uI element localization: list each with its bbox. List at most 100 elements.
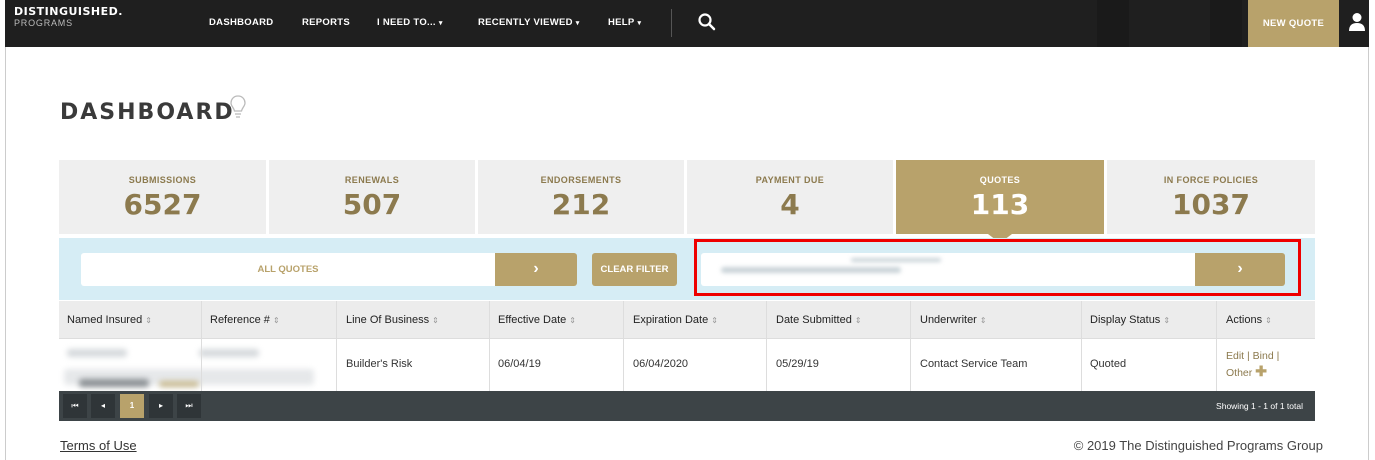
tile-payment-due[interactable]: PAYMENT DUE 4	[687, 160, 893, 234]
col-label: Line Of Business	[346, 314, 430, 326]
col-label: Expiration Date	[633, 314, 709, 326]
redacted-cell	[159, 381, 199, 387]
column-divider	[910, 301, 911, 391]
tile-in-force-policies[interactable]: IN FORCE POLICIES 1037	[1107, 160, 1315, 234]
redacted-cell	[79, 379, 149, 387]
tile-label: ENDORSEMENTS	[540, 175, 622, 185]
pagination-info: Showing 1 - 1 of 1 total	[1216, 401, 1303, 411]
col-label: Reference #	[210, 314, 270, 326]
prev-page-button[interactable]: ◂	[91, 394, 115, 418]
chevron-down-icon: ▾	[575, 20, 580, 27]
edit-link[interactable]: Edit	[1226, 350, 1244, 362]
tile-label: RENEWALS	[344, 175, 400, 185]
redacted-cell	[199, 349, 259, 357]
nav-recently-viewed-label: RECENTLY VIEWED	[478, 17, 573, 28]
copyright-text: © 2019 The Distinguished Programs Group	[1073, 438, 1323, 453]
tile-value: 212	[551, 188, 611, 221]
sort-icon: ⇕	[272, 316, 280, 325]
sort-icon: ⇕	[854, 316, 862, 325]
cell-actions: Edit | Bind | Other ✚	[1226, 349, 1279, 381]
other-link[interactable]: Other	[1226, 367, 1252, 379]
cell-date-submitted: 05/29/19	[776, 358, 819, 370]
col-date-submitted[interactable]: Date Submitted ⇕	[776, 301, 862, 339]
col-line-of-business[interactable]: Line Of Business ⇕	[346, 301, 439, 339]
nav-dashboard[interactable]: DASHBOARD	[209, 17, 273, 28]
col-named-insured[interactable]: Named Insured ⇕	[67, 301, 152, 339]
col-display-status[interactable]: Display Status ⇕	[1090, 301, 1170, 339]
chevron-down-icon: ▾	[438, 20, 443, 27]
action-separator: |	[1276, 350, 1280, 362]
next-page-button[interactable]: ▸	[149, 394, 173, 418]
sort-icon: ⇕	[569, 316, 576, 325]
clear-filter-button[interactable]: CLEAR FILTER	[592, 253, 677, 286]
sort-icon: ⇕	[1163, 316, 1171, 325]
nav-help[interactable]: HELP ▾	[608, 17, 641, 28]
col-label: Effective Date	[498, 314, 567, 326]
tile-label: SUBMISSIONS	[128, 175, 197, 185]
cell-expiration-date: 06/04/2020	[633, 358, 689, 370]
quote-filter-select[interactable]: ALL QUOTES	[81, 253, 495, 286]
highlight-box	[694, 239, 1301, 296]
col-actions[interactable]: Actions ⇕	[1226, 301, 1272, 339]
col-reference[interactable]: Reference # ⇕	[210, 301, 280, 339]
pagination-bar: ⏮ ◂ 1 ▸ ⏭ Showing 1 - 1 of 1 total	[59, 391, 1315, 421]
bind-link[interactable]: Bind	[1253, 350, 1274, 362]
column-divider	[336, 301, 337, 391]
tile-label: IN FORCE POLICIES	[1163, 175, 1259, 185]
action-separator: |	[1247, 350, 1250, 362]
column-divider	[489, 301, 490, 391]
nav-placeholder	[1097, 0, 1129, 47]
col-expiration-date[interactable]: Expiration Date ⇕	[633, 301, 718, 339]
col-label: Actions	[1226, 314, 1263, 326]
table-row[interactable]: Builder's Risk 06/04/19 06/04/2020 05/29…	[59, 339, 1315, 391]
tile-value: 507	[342, 188, 402, 221]
nav-i-need-to[interactable]: I NEED TO... ▾	[377, 17, 443, 28]
brand-logo[interactable]: DISTINGUISHED. PROGRAMS	[14, 5, 123, 29]
sort-icon: ⇕	[711, 316, 718, 325]
tile-submissions[interactable]: SUBMISSIONS 6527	[59, 160, 266, 234]
user-icon[interactable]	[1348, 12, 1366, 32]
col-effective-date[interactable]: Effective Date ⇕	[498, 301, 576, 339]
tile-label: PAYMENT DUE	[755, 175, 825, 185]
col-label: Named Insured	[67, 314, 143, 326]
new-quote-button[interactable]: NEW QUOTE	[1248, 0, 1339, 47]
tile-value: 1037	[1172, 188, 1250, 221]
plus-icon[interactable]: ✚	[1255, 363, 1267, 379]
sort-icon: ⇕	[979, 316, 987, 325]
top-nav: DISTINGUISHED. PROGRAMS DASHBOARD REPORT…	[5, 0, 1369, 47]
col-label: Date Submitted	[776, 314, 852, 326]
col-underwriter[interactable]: Underwriter ⇕	[920, 301, 987, 339]
brand-line2: PROGRAMS	[14, 18, 73, 28]
tile-endorsements[interactable]: ENDORSEMENTS 212	[478, 160, 684, 234]
cell-line-of-business: Builder's Risk	[346, 358, 413, 370]
tile-value: 113	[970, 188, 1030, 221]
terms-of-use-link[interactable]: Terms of Use	[60, 438, 137, 453]
nav-divider	[671, 9, 672, 37]
tile-value: 6527	[123, 188, 202, 221]
column-divider	[1216, 301, 1217, 391]
table-header: Named Insured ⇕ Reference # ⇕ Line Of Busi…	[59, 301, 1315, 339]
lightbulb-icon	[230, 95, 246, 118]
column-divider	[1081, 301, 1082, 391]
brand-line1: DISTINGUISHED.	[14, 5, 123, 18]
column-divider	[766, 301, 767, 391]
first-page-button[interactable]: ⏮	[63, 394, 87, 418]
cell-underwriter: Contact Service Team	[920, 358, 1028, 370]
tile-renewals[interactable]: RENEWALS 507	[269, 160, 475, 234]
chevron-down-icon: ▾	[637, 20, 642, 27]
column-divider	[201, 301, 202, 391]
tile-label: QUOTES	[979, 175, 1021, 185]
nav-recently-viewed[interactable]: RECENTLY VIEWED ▾	[478, 17, 580, 28]
column-divider	[623, 301, 624, 391]
search-icon[interactable]	[697, 12, 717, 32]
sort-icon: ⇕	[145, 316, 152, 325]
page-title: DASHBOARD	[60, 100, 235, 125]
nav-reports[interactable]: REPORTS	[302, 17, 350, 28]
last-page-button[interactable]: ⏭	[177, 394, 201, 418]
col-label: Underwriter	[920, 314, 977, 326]
nav-dashboard-label: DASHBOARD	[209, 17, 274, 28]
sort-icon: ⇕	[1265, 316, 1272, 325]
apply-filter-button[interactable]: ›	[495, 253, 577, 286]
page-number-current[interactable]: 1	[120, 394, 144, 418]
tile-quotes[interactable]: QUOTES 113	[896, 160, 1104, 234]
